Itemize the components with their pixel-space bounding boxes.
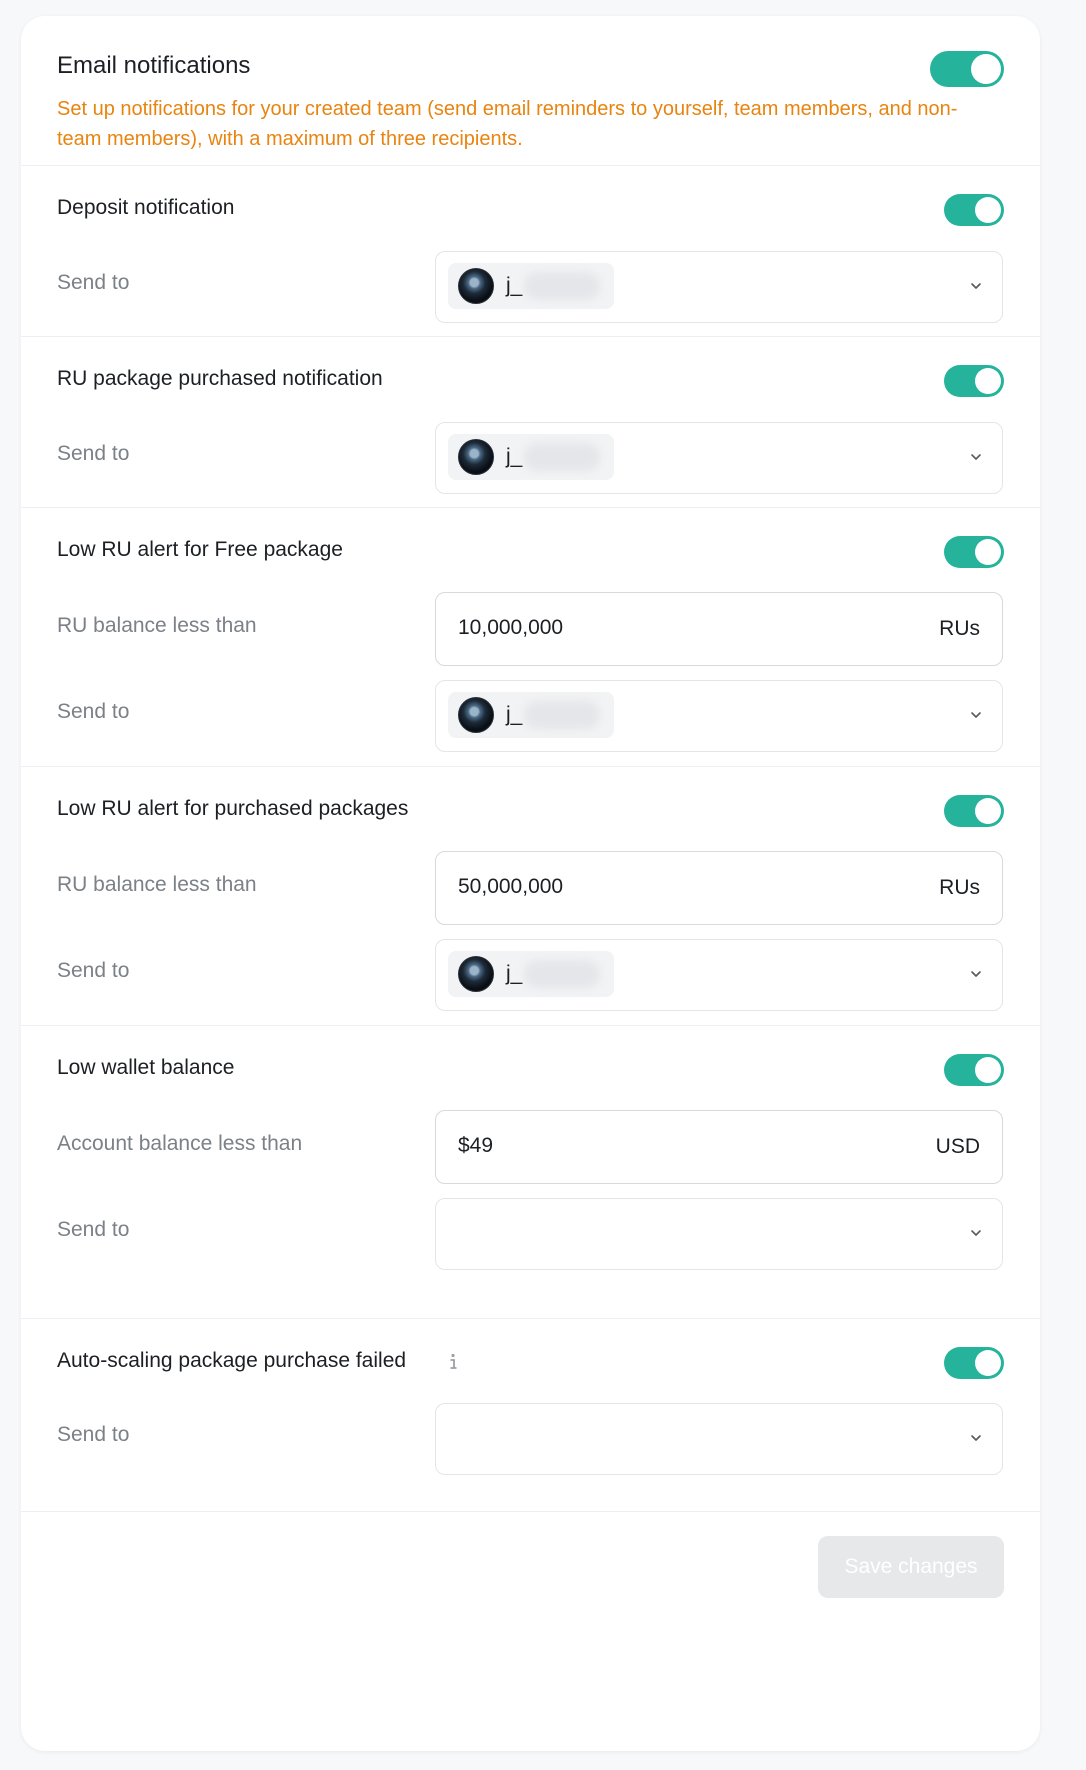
section-title: Deposit notification (57, 196, 235, 219)
ru-balance-field: RUs (435, 851, 1003, 925)
deposit-notification-section: Deposit notification Send to j_ (21, 166, 1040, 337)
info-icon[interactable] (446, 1352, 460, 1372)
ru-balance-label: RU balance less than (57, 873, 257, 896)
save-changes-button[interactable]: Save changes (818, 1536, 1004, 1598)
toggle-knob (975, 1057, 1001, 1083)
ru-package-notification-toggle[interactable] (944, 365, 1004, 397)
recipient-chip: j_ (448, 692, 614, 738)
section-title: RU package purchased notification (57, 367, 383, 390)
chevron-down-icon (971, 1435, 981, 1441)
section-title: Low wallet balance (57, 1056, 235, 1079)
user-avatar (458, 268, 494, 304)
account-balance-input[interactable] (458, 1111, 838, 1181)
chevron-down-icon (971, 283, 981, 289)
ru-balance-input[interactable] (458, 852, 838, 922)
toggle-knob (975, 798, 1001, 824)
user-avatar (458, 697, 494, 733)
recipient-chip: j_ (448, 263, 614, 309)
email-notifications-toggle[interactable] (930, 51, 1004, 87)
toggle-knob (975, 539, 1001, 565)
toggle-knob (971, 54, 1001, 84)
recipient-name: j_ (506, 703, 523, 726)
unit-label: RUs (939, 876, 980, 899)
send-to-label: Send to (57, 700, 130, 723)
ru-package-recipient-select[interactable]: j_ (435, 422, 1003, 494)
low-wallet-balance-toggle[interactable] (944, 1054, 1004, 1086)
deposit-notification-toggle[interactable] (944, 194, 1004, 226)
recipient-name: j_ (506, 962, 523, 985)
section-title: Auto-scaling package purchase failed (57, 1349, 407, 1372)
ru-balance-input[interactable] (458, 593, 838, 663)
low-ru-purchased-recipient-select[interactable]: j_ (435, 939, 1003, 1011)
ru-balance-label: RU balance less than (57, 614, 257, 637)
auto-scaling-recipient-select[interactable] (435, 1403, 1003, 1475)
chevron-down-icon (971, 971, 981, 977)
recipient-chip: j_ (448, 951, 614, 997)
toggle-knob (975, 197, 1001, 223)
redacted-blur (524, 272, 600, 300)
unit-label: RUs (939, 617, 980, 640)
low-ru-free-recipient-select[interactable]: j_ (435, 680, 1003, 752)
redacted-blur (524, 701, 600, 729)
section-title: Low RU alert for Free package (57, 538, 343, 561)
low-ru-purchased-toggle[interactable] (944, 795, 1004, 827)
user-avatar (458, 956, 494, 992)
email-notifications-header: Email notifications Set up notifications… (21, 16, 1040, 166)
user-avatar (458, 439, 494, 475)
ru-balance-field: RUs (435, 592, 1003, 666)
account-balance-label: Account balance less than (57, 1132, 303, 1155)
toggle-knob (975, 1350, 1001, 1376)
account-balance-field: USD (435, 1110, 1003, 1184)
send-to-label: Send to (57, 442, 130, 465)
low-ru-purchased-section: Low RU alert for purchased packages RU b… (21, 767, 1040, 1026)
low-ru-free-section: Low RU alert for Free package RU balance… (21, 508, 1040, 767)
form-footer: Save changes (21, 1512, 1040, 1624)
redacted-blur (524, 443, 600, 471)
auto-scaling-failed-section: Auto-scaling package purchase failed Sen… (21, 1319, 1040, 1512)
recipient-name: j_ (506, 445, 523, 468)
toggle-knob (975, 368, 1001, 394)
deposit-recipient-select[interactable]: j_ (435, 251, 1003, 323)
send-to-label: Send to (57, 959, 130, 982)
recipient-chip: j_ (448, 434, 614, 480)
auto-scaling-failed-toggle[interactable] (944, 1347, 1004, 1379)
send-to-label: Send to (57, 1218, 130, 1241)
unit-label: USD (935, 1135, 980, 1158)
recipient-name: j_ (506, 274, 523, 297)
send-to-label: Send to (57, 271, 130, 294)
redacted-blur (524, 960, 600, 988)
notifications-description: Set up notifications for your created te… (57, 98, 958, 150)
section-title: Low RU alert for purchased packages (57, 797, 409, 820)
low-wallet-balance-section: Low wallet balance Account balance less … (21, 1026, 1040, 1319)
page-title: Email notifications (57, 52, 251, 79)
low-wallet-recipient-select[interactable] (435, 1198, 1003, 1270)
chevron-down-icon (971, 712, 981, 718)
email-notifications-card: Email notifications Set up notifications… (21, 16, 1040, 1751)
chevron-down-icon (971, 454, 981, 460)
chevron-down-icon (971, 1230, 981, 1236)
send-to-label: Send to (57, 1423, 130, 1446)
ru-package-notification-section: RU package purchased notification Send t… (21, 337, 1040, 508)
low-ru-free-toggle[interactable] (944, 536, 1004, 568)
